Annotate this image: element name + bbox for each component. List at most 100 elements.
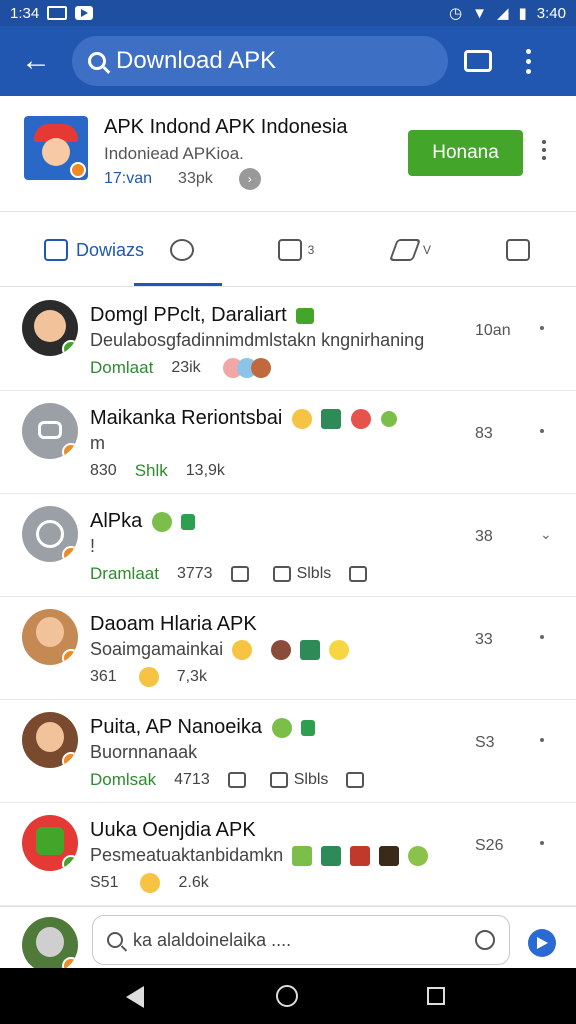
list-item[interactable]: Puita, AP Nanoeika Buornnanaak Domlsak 4… — [0, 700, 576, 803]
item-more-button[interactable] — [540, 326, 544, 330]
share-button[interactable]: Slbls — [272, 565, 332, 583]
item-footer: Dramlaat 3773 Slbls — [90, 564, 373, 584]
download-link[interactable]: Dramlaat — [90, 564, 159, 584]
youtube-notification-icon — [75, 6, 94, 20]
nav-home-icon[interactable] — [276, 985, 298, 1007]
battery-icon: ▮ — [518, 5, 527, 22]
share-link[interactable]: Shlk — [135, 461, 168, 481]
badge-emoji-icon — [321, 846, 342, 867]
item-more-button[interactable] — [540, 738, 544, 742]
user-avatar[interactable] — [22, 917, 78, 973]
item-subtitle-text: Pesmeatuaktanbidamkn — [90, 845, 284, 865]
app-card[interactable]: APK Indond APK Indonesia Indoniead APKio… — [0, 96, 576, 212]
verified-badge — [62, 752, 78, 768]
back-button[interactable]: ← — [14, 39, 58, 83]
status-bar: 1:34 ◷ ▼ ◢ ▮ 3:40 — [0, 0, 576, 26]
list-item[interactable]: AlPka ! Dramlaat 3773 Slbls 38 ⌄ — [0, 494, 576, 597]
avatar[interactable] — [22, 506, 78, 562]
avatar[interactable] — [22, 712, 78, 768]
bell-emoji-icon — [329, 640, 350, 661]
flag-icon — [277, 239, 302, 261]
more-vert-icon — [525, 48, 531, 54]
item-meta: 2.6k — [178, 874, 209, 891]
send-button[interactable] — [528, 929, 556, 957]
share-label: Slbls — [296, 565, 332, 582]
item-pre-meta: 361 — [90, 668, 117, 685]
verified-badge — [70, 162, 86, 178]
list-item[interactable]: Uuka Oenjdia APK Pesmeatuaktanbidamkn S5… — [0, 803, 576, 906]
system-nav-bar — [0, 968, 576, 1024]
item-title-text: Domgl PPclt, Daraliart — [90, 304, 287, 326]
share-button[interactable]: Slbls — [269, 771, 329, 789]
tab-bookmark[interactable] — [498, 213, 538, 287]
microphone-icon[interactable] — [475, 930, 495, 950]
avatar[interactable] — [22, 815, 78, 871]
info-icon[interactable]: › — [238, 168, 261, 190]
upload-icon[interactable] — [346, 772, 365, 788]
item-meta: 7,3k — [176, 668, 207, 685]
person-add-icon — [464, 50, 492, 72]
item-count: 38 — [475, 528, 493, 545]
arrow-left-icon: ← — [21, 44, 51, 77]
tab-comments[interactable] — [160, 213, 204, 287]
app-icon — [24, 116, 88, 180]
item-footer: 830 Shlk 13,9k — [90, 461, 225, 481]
item-more-button[interactable] — [540, 429, 544, 433]
chevron-down-icon[interactable]: ⌄ — [540, 526, 552, 543]
avatar[interactable] — [22, 300, 78, 356]
item-footer: 361 7,3k — [90, 667, 207, 687]
app-card-more-button[interactable] — [542, 140, 546, 160]
verified-badge — [62, 855, 78, 871]
list-item[interactable]: Daoam Hlaria APK Soaimgamainkai 361 7,3k… — [0, 597, 576, 700]
alarm-icon: ◷ — [449, 5, 463, 22]
scissors-emoji-icon — [380, 410, 397, 427]
gun-emoji-icon — [271, 717, 292, 738]
comment-input[interactable]: ka alaldoinelaika .... — [92, 915, 510, 965]
add-contact-button[interactable] — [448, 39, 492, 83]
download-link[interactable]: Domlsak — [90, 770, 156, 790]
item-count: 83 — [475, 425, 493, 442]
comment-list: Domgl PPclt, Daraliart Deulabosgfadinnim… — [0, 288, 576, 906]
item-title-text: Puita, AP Nanoeika — [90, 716, 262, 738]
avatar[interactable] — [22, 609, 78, 665]
image-notification-icon — [47, 6, 68, 20]
share-label: Slbls — [293, 771, 329, 788]
overflow-menu-button[interactable] — [506, 39, 550, 83]
tab-bar: Dowiazs 3 V — [0, 213, 576, 287]
chat-bubble-icon — [170, 239, 194, 261]
nav-recents-icon[interactable] — [427, 987, 445, 1005]
tab-downloads[interactable]: Dowiazs — [34, 213, 154, 287]
tab-updates[interactable]: 3 — [266, 213, 326, 287]
search-icon — [107, 932, 123, 948]
trash-emoji-icon — [296, 307, 315, 324]
item-title: Daoam Hlaria APK — [90, 613, 257, 635]
item-meta: 4713 — [174, 771, 210, 788]
avatar[interactable] — [22, 403, 78, 459]
item-footer: S51 2.6k — [90, 873, 209, 893]
item-title: Domgl PPclt, Daraliart — [90, 304, 315, 327]
download-link[interactable]: Domlaat — [90, 358, 153, 378]
item-subtitle: m — [90, 433, 105, 453]
app-rating: 17:van — [104, 170, 153, 187]
repost-button[interactable] — [227, 771, 252, 789]
item-more-button[interactable] — [540, 841, 544, 845]
install-button[interactable]: Honana — [408, 130, 523, 176]
item-meta: 3773 — [176, 565, 213, 582]
search-input[interactable]: Download APK — [72, 36, 448, 86]
repost-button[interactable] — [230, 565, 255, 583]
upload-icon[interactable] — [349, 566, 368, 582]
item-count: 10an — [475, 322, 511, 339]
item-subtitle: Soaimgamainkai — [90, 639, 350, 661]
face-emoji-icon — [140, 873, 161, 893]
tab-share-label: V — [422, 243, 431, 257]
faceplant-emoji-icon — [271, 640, 292, 661]
app-bar: ← Download APK — [0, 26, 576, 96]
tab-share[interactable]: V — [382, 213, 442, 287]
shield-emoji-icon — [151, 511, 172, 532]
list-item[interactable]: Domgl PPclt, Daraliart Deulabosgfadinnim… — [0, 288, 576, 391]
nav-back-icon[interactable] — [126, 986, 144, 1008]
list-item[interactable]: Maikanka Reriontsbai m 830 Shlk 13,9k 83 — [0, 391, 576, 494]
item-title: Maikanka Reriontsbai — [90, 407, 397, 430]
item-more-button[interactable] — [540, 635, 544, 639]
face-emoji-icon — [232, 640, 253, 661]
